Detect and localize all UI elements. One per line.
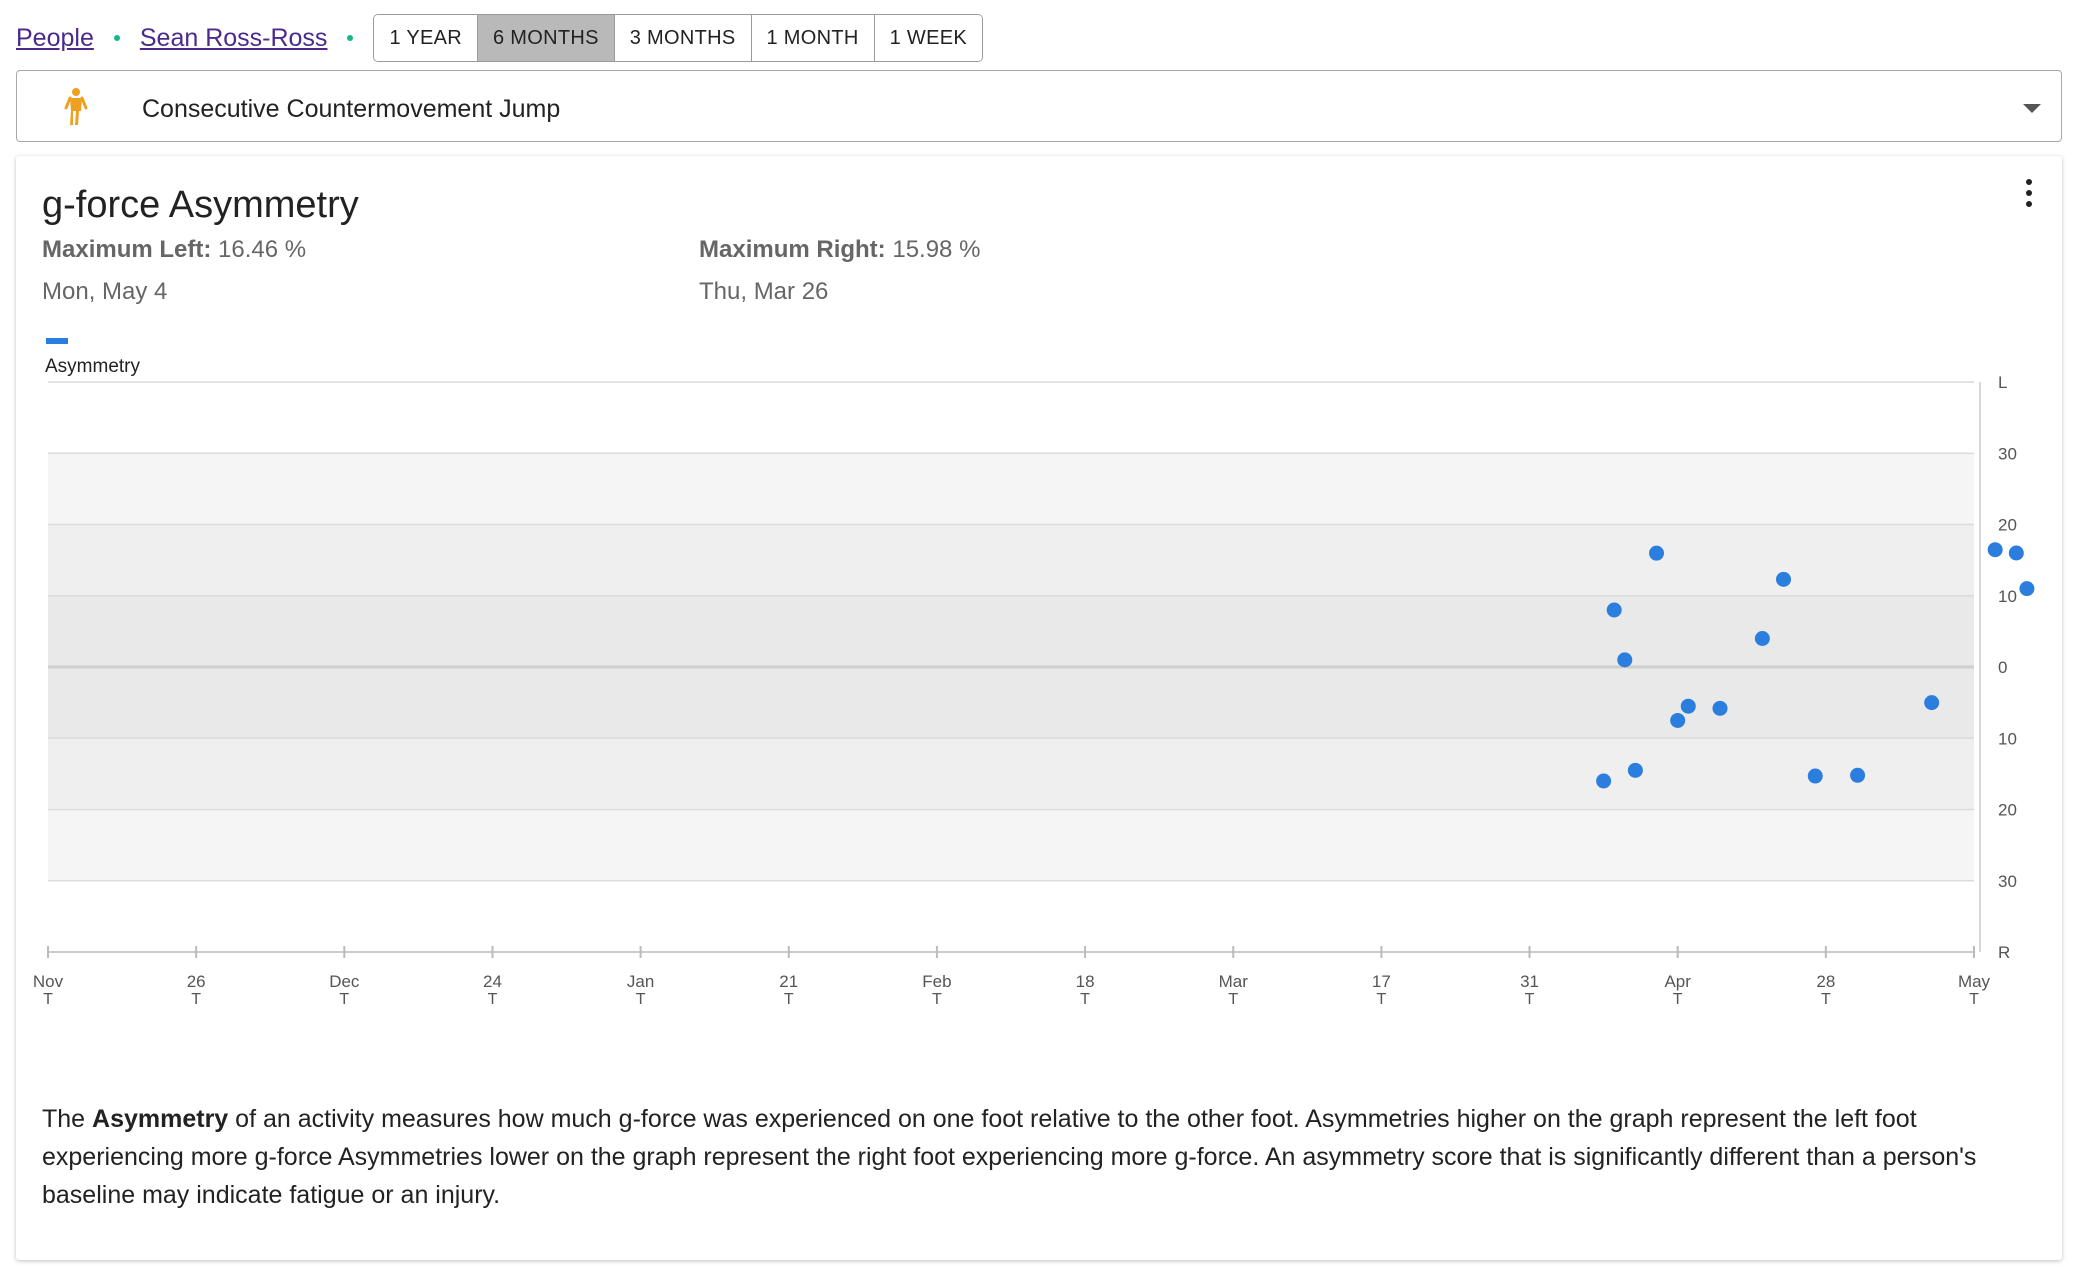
- activity-select[interactable]: Consecutive Countermovement Jump: [16, 70, 2062, 142]
- max-right-stat: Maximum Right: 15.98 %: [699, 236, 980, 264]
- max-left-stat: Maximum Left: 16.46 %: [42, 236, 306, 264]
- time-range-toggle: 1 YEAR 6 MONTHS 3 MONTHS 1 MONTH 1 WEEK: [373, 14, 984, 62]
- max-right-value: 15.98 %: [892, 236, 981, 263]
- breadcrumb-person[interactable]: Sean Ross-Ross: [140, 24, 328, 53]
- top-bar: People Sean Ross-Ross 1 YEAR 6 MONTHS 3 …: [16, 14, 984, 62]
- breadcrumb-people[interactable]: People: [16, 24, 94, 53]
- range-1-week-button[interactable]: 1 WEEK: [874, 15, 983, 61]
- legend-swatch[interactable]: [46, 338, 68, 344]
- max-left-label: Maximum Left:: [42, 236, 212, 263]
- chevron-down-icon[interactable]: [2023, 104, 2041, 113]
- max-right-label: Maximum Right:: [699, 236, 886, 263]
- runner-icon: [64, 88, 88, 125]
- asymmetry-card: g-force Asymmetry Maximum Left: 16.46 % …: [16, 156, 2062, 1260]
- more-options-icon[interactable]: [2022, 176, 2036, 216]
- description-bold: Asymmetry: [92, 1105, 229, 1133]
- max-left-value: 16.46 %: [218, 236, 307, 263]
- asymmetry-description: The Asymmetry of an activity measures ho…: [42, 1100, 2032, 1214]
- description-post: of an activity measures how much g-force…: [42, 1105, 1977, 1209]
- range-3-months-button[interactable]: 3 MONTHS: [614, 15, 752, 61]
- legend-label[interactable]: Asymmetry: [45, 356, 140, 378]
- max-left-date: Mon, May 4: [42, 278, 168, 305]
- max-right-date: Thu, Mar 26: [699, 278, 829, 305]
- breadcrumb-separator: [113, 35, 120, 41]
- range-1-year-button[interactable]: 1 YEAR: [374, 15, 479, 61]
- description-pre: The: [42, 1105, 93, 1133]
- activity-select-value: Consecutive Countermovement Jump: [142, 95, 561, 123]
- range-1-month-button[interactable]: 1 MONTH: [751, 15, 875, 61]
- breadcrumb-separator: [347, 35, 354, 41]
- range-6-months-button[interactable]: 6 MONTHS: [478, 15, 615, 61]
- card-title: g-force Asymmetry: [42, 184, 359, 226]
